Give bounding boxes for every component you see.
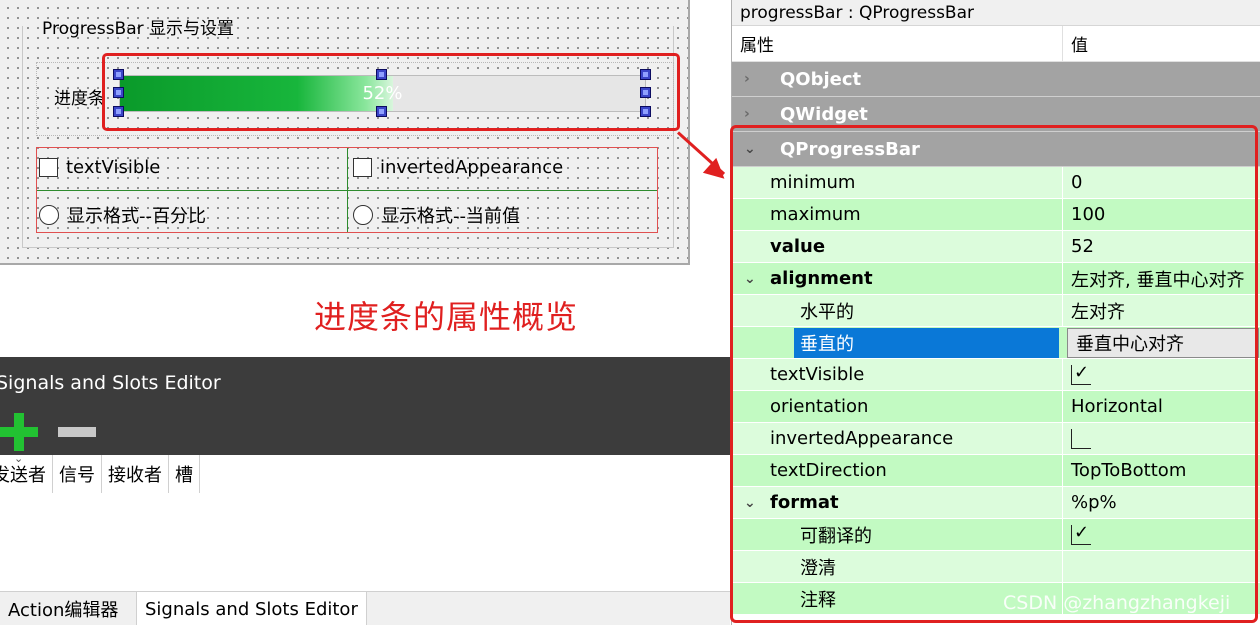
radio-format-current[interactable]: 显示格式--当前值 (353, 202, 520, 228)
chevron-down-icon[interactable]: ⌄ (744, 141, 756, 157)
property-row-vertical[interactable]: 垂直的 垂直中心对齐 (732, 327, 1260, 359)
group-qprogressbar[interactable]: ⌄ QProgressBar (732, 132, 1260, 167)
signals-slots-panel: Signals and Slots Editor (0, 357, 730, 455)
radio-circle (353, 205, 373, 225)
property-editor-header: 属性 值 (732, 26, 1260, 62)
checkbox-checked-icon[interactable] (1071, 362, 1091, 385)
property-value[interactable] (1063, 551, 1260, 582)
header-value[interactable]: 值 (1063, 26, 1088, 61)
checkbox-box (353, 158, 372, 177)
radio-label: 显示格式--百分比 (67, 206, 206, 227)
plus-icon[interactable] (0, 413, 38, 451)
bottom-tab-bar: Action编辑器 Signals and Slots Editor (0, 591, 730, 625)
column-receiver[interactable]: 接收者 (102, 455, 169, 493)
column-slot[interactable]: 槽 (169, 455, 200, 493)
tab-action-editor[interactable]: Action编辑器 (0, 592, 126, 625)
checkbox-box (39, 158, 58, 177)
property-row-disambiguation[interactable]: 澄清 (732, 551, 1260, 583)
annotation-highlight-progressbar (102, 53, 680, 131)
property-value[interactable]: Horizontal (1063, 391, 1260, 422)
property-row-inverted-appearance[interactable]: invertedAppearance (732, 423, 1260, 455)
checkbox-label: textVisible (66, 157, 161, 178)
property-row-maximum[interactable]: maximum 100 (732, 199, 1260, 231)
vertical-align-combobox[interactable]: 垂直中心对齐 (1067, 327, 1259, 358)
progress-label: 进度条 (54, 89, 105, 109)
options-grid: textVisible invertedAppearance 显示格式--百分比… (36, 147, 658, 233)
tab-signals-slots[interactable]: Signals and Slots Editor (136, 592, 367, 625)
property-rows: › QObject › QWidget ⌄ QProgressBar minimum … (732, 62, 1260, 615)
checkbox-label: invertedAppearance (380, 157, 564, 178)
radio-format-percent[interactable]: 显示格式--百分比 (39, 202, 206, 228)
radio-label: 显示格式--当前值 (381, 206, 520, 227)
groupbox-title: ProgressBar 显示与设置 (42, 19, 235, 39)
property-row-value[interactable]: value 52 (732, 231, 1260, 263)
group-qwidget[interactable]: › QWidget (732, 97, 1260, 132)
checkbox-text-visible[interactable]: textVisible (39, 157, 160, 178)
property-row-horizontal[interactable]: 水平的 左对齐 (732, 295, 1260, 327)
property-row-format[interactable]: ⌄ format %p% (732, 487, 1260, 519)
property-value[interactable]: 0 (1063, 167, 1260, 198)
property-editor-object: progressBar : QProgressBar (732, 0, 1260, 26)
property-editor: progressBar : QProgressBar 属性 值 › QObject… (731, 0, 1260, 625)
property-row-orientation[interactable]: orientation Horizontal (732, 391, 1260, 423)
column-signal[interactable]: 信号 (53, 455, 102, 493)
minus-icon[interactable] (58, 427, 96, 437)
radio-circle (39, 205, 59, 225)
property-row-minimum[interactable]: minimum 0 (732, 167, 1260, 199)
annotation-caption: 进度条的属性概览 (314, 298, 579, 336)
checkbox-inverted-appearance[interactable]: invertedAppearance (353, 157, 563, 178)
designer-form: ProgressBar 显示与设置 进度条 52% textVisible in… (0, 0, 690, 265)
checkbox-checked-icon[interactable] (1071, 522, 1091, 545)
annotation-arrow-head (702, 157, 732, 187)
property-value[interactable]: 左对齐 (1063, 295, 1260, 326)
property-value[interactable]: %p% (1063, 487, 1260, 518)
chevron-down-icon[interactable]: ⌄ (744, 271, 756, 287)
grid-divider-horizontal (37, 190, 657, 191)
signals-slots-title: Signals and Slots Editor (0, 372, 221, 394)
chevron-down-icon[interactable]: ⌄ (744, 495, 756, 511)
signals-slots-header: 发送者 信号 接收者 槽 (0, 455, 200, 493)
header-property[interactable]: 属性 (732, 26, 1063, 61)
chevron-right-icon[interactable]: › (744, 71, 750, 87)
chevron-right-icon[interactable]: › (744, 106, 750, 122)
property-value[interactable]: 52 (1063, 231, 1260, 262)
property-row-text-visible[interactable]: textVisible (732, 359, 1260, 391)
group-qobject[interactable]: › QObject (732, 62, 1260, 97)
property-row-translatable[interactable]: 可翻译的 (732, 519, 1260, 551)
property-value[interactable]: 左对齐, 垂直中心对齐 (1063, 263, 1260, 294)
selected-property-name: 垂直的 (794, 327, 1059, 358)
property-value[interactable]: 100 (1063, 199, 1260, 230)
watermark: CSDN @zhangzhangkeji (1003, 592, 1231, 614)
property-value[interactable]: TopToBottom (1063, 455, 1260, 486)
property-row-text-direction[interactable]: textDirection TopToBottom (732, 455, 1260, 487)
property-row-alignment[interactable]: ⌄ alignment 左对齐, 垂直中心对齐 (732, 263, 1260, 295)
column-sender[interactable]: 发送者 (0, 455, 53, 493)
checkbox-unchecked-icon[interactable] (1071, 428, 1091, 449)
